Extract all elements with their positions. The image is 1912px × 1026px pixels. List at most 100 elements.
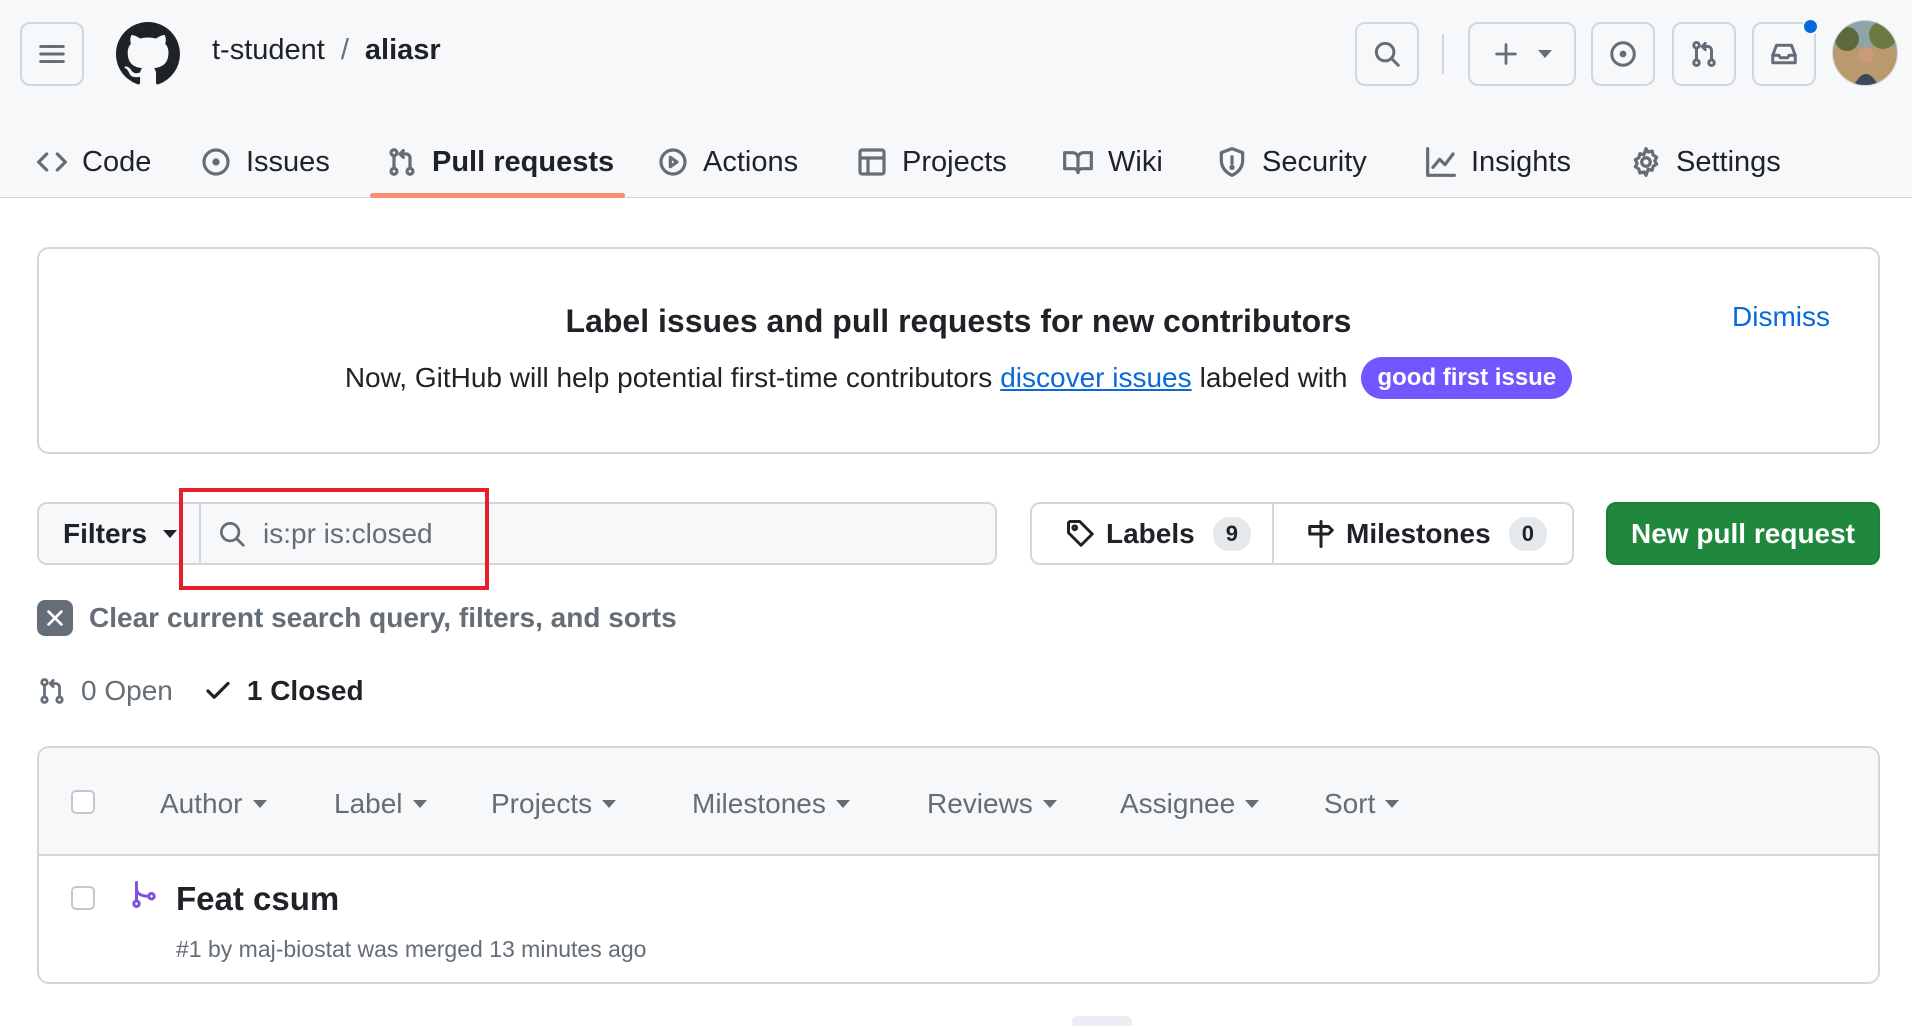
author-filter[interactable]: Author bbox=[160, 788, 267, 820]
caret-down-icon bbox=[412, 800, 427, 808]
book-icon bbox=[1063, 151, 1093, 175]
inbox-icon bbox=[1771, 43, 1797, 65]
pull-request-list: Author Label Projects Milestones Reviews… bbox=[37, 746, 1880, 984]
tab-label: Settings bbox=[1676, 145, 1781, 178]
pr-title-link[interactable]: Feat csum bbox=[176, 880, 339, 918]
contributor-banner: Label issues and pull requests for new c… bbox=[37, 247, 1880, 454]
banner-title: Label issues and pull requests for new c… bbox=[565, 303, 1352, 339]
milestones-filter[interactable]: Milestones bbox=[692, 788, 850, 820]
repo-name-link[interactable]: aliasr bbox=[365, 34, 441, 67]
plus-icon bbox=[1495, 43, 1517, 65]
filter-label: Milestones bbox=[692, 788, 826, 819]
avatar[interactable] bbox=[1832, 20, 1898, 86]
repo-tabs: Code Issues Pull requests Actions Projec… bbox=[0, 126, 1912, 198]
filters-label: Filters bbox=[63, 517, 148, 549]
tab-wiki[interactable]: Wiki bbox=[1062, 126, 1163, 198]
projects-filter[interactable]: Projects bbox=[491, 788, 617, 820]
caret-down-icon bbox=[602, 800, 617, 808]
open-count: 0 Open bbox=[81, 675, 173, 706]
git-pull-request-icon bbox=[40, 678, 64, 704]
tab-code[interactable]: Code bbox=[36, 126, 151, 198]
assignee-filter[interactable]: Assignee bbox=[1120, 788, 1260, 820]
filter-label: Sort bbox=[1324, 788, 1376, 819]
search-button[interactable] bbox=[1355, 22, 1419, 86]
banner-text-after: labeled with bbox=[1199, 362, 1348, 393]
tab-label: Security bbox=[1262, 145, 1367, 178]
filters-dropdown[interactable]: Filters bbox=[37, 502, 201, 565]
play-icon bbox=[659, 148, 687, 176]
pr-state-toggle: 0 Open 1 Closed bbox=[37, 675, 364, 707]
label-filter[interactable]: Label bbox=[334, 788, 427, 820]
clear-filters-link[interactable]: Clear current search query, filters, and… bbox=[37, 600, 677, 636]
tab-label: Pull requests bbox=[432, 145, 615, 178]
banner-text: Now, GitHub will help potential first-ti… bbox=[39, 357, 1878, 399]
list-header: Author Label Projects Milestones Reviews… bbox=[39, 748, 1878, 856]
breadcrumb: t-student / aliasr bbox=[212, 34, 441, 67]
graph-icon bbox=[1426, 147, 1456, 177]
gear-icon bbox=[1633, 147, 1659, 177]
search-input[interactable] bbox=[263, 517, 963, 550]
tab-label: Projects bbox=[902, 145, 1007, 178]
labels-count: 9 bbox=[1212, 516, 1251, 551]
closed-prs-link[interactable]: 1 Closed bbox=[203, 675, 364, 707]
notification-indicator bbox=[1802, 18, 1819, 35]
milestones-count: 0 bbox=[1508, 516, 1547, 551]
tab-insights[interactable]: Insights bbox=[1425, 126, 1571, 198]
filter-label: Assignee bbox=[1120, 788, 1236, 819]
pr-meta: #1 by maj-biostat was merged 13 minutes … bbox=[176, 936, 647, 962]
closed-count: 1 Closed bbox=[246, 675, 364, 706]
caret-down-icon bbox=[835, 800, 850, 808]
tab-issues[interactable]: Issues bbox=[200, 126, 330, 198]
git-pull-request-icon bbox=[389, 148, 415, 176]
filter-label: Label bbox=[334, 788, 403, 819]
tab-projects[interactable]: Projects bbox=[856, 126, 1007, 198]
issues-button[interactable] bbox=[1591, 22, 1655, 86]
open-prs-link[interactable]: 0 Open bbox=[37, 675, 173, 707]
code-icon bbox=[37, 152, 67, 172]
select-pr-checkbox[interactable] bbox=[71, 886, 95, 910]
new-pull-request-button[interactable]: New pull request bbox=[1606, 502, 1880, 565]
tab-label: Issues bbox=[246, 145, 330, 178]
tab-pull-requests[interactable]: Pull requests bbox=[386, 126, 614, 198]
table-icon bbox=[858, 148, 886, 176]
repo-header: t-student / aliasr Code Issues Pull requ… bbox=[0, 0, 1912, 198]
x-icon bbox=[37, 600, 73, 636]
reviews-filter[interactable]: Reviews bbox=[927, 788, 1057, 820]
github-logo[interactable] bbox=[116, 22, 180, 86]
labels-milestones-group: Labels 9 Milestones 0 bbox=[1030, 502, 1574, 565]
pull-request-icon bbox=[1692, 40, 1716, 67]
banner-text-before: Now, GitHub will help potential first-ti… bbox=[344, 362, 993, 393]
footer-partial bbox=[1072, 1016, 1132, 1026]
milestone-icon bbox=[1308, 519, 1334, 548]
search-icon bbox=[220, 521, 245, 547]
labels-label: Labels bbox=[1106, 517, 1195, 549]
caret-down-icon bbox=[1245, 800, 1260, 808]
active-tab-indicator bbox=[370, 193, 625, 198]
sort-dropdown[interactable]: Sort bbox=[1324, 788, 1400, 820]
good-first-issue-label: good first issue bbox=[1361, 357, 1573, 399]
tab-label: Code bbox=[82, 145, 152, 178]
caret-down-icon bbox=[163, 529, 178, 538]
discover-issues-link[interactable]: discover issues bbox=[1000, 362, 1191, 394]
clear-filters-label: Clear current search query, filters, and… bbox=[89, 602, 677, 633]
menu-button[interactable] bbox=[20, 22, 84, 86]
milestones-button[interactable]: Milestones 0 bbox=[1274, 504, 1547, 563]
tag-icon bbox=[1067, 519, 1094, 547]
breadcrumb-separator: / bbox=[340, 34, 349, 66]
check-icon bbox=[206, 681, 230, 699]
header-divider bbox=[1442, 34, 1444, 74]
tab-label: Actions bbox=[703, 145, 799, 178]
tab-actions[interactable]: Actions bbox=[657, 126, 798, 198]
dismiss-link[interactable]: Dismiss bbox=[1732, 301, 1830, 333]
caret-down-icon bbox=[1385, 800, 1400, 808]
tab-settings[interactable]: Settings bbox=[1630, 126, 1781, 198]
create-new-button[interactable] bbox=[1468, 22, 1576, 86]
select-all-checkbox[interactable] bbox=[71, 790, 95, 814]
tab-security[interactable]: Security bbox=[1216, 126, 1367, 198]
labels-button[interactable]: Labels 9 bbox=[1032, 504, 1274, 563]
search-icon bbox=[1374, 41, 1400, 67]
repo-owner-link[interactable]: t-student bbox=[212, 34, 325, 67]
pull-requests-button[interactable] bbox=[1672, 22, 1736, 86]
search-field[interactable] bbox=[199, 502, 997, 565]
caret-down-icon bbox=[252, 800, 267, 808]
